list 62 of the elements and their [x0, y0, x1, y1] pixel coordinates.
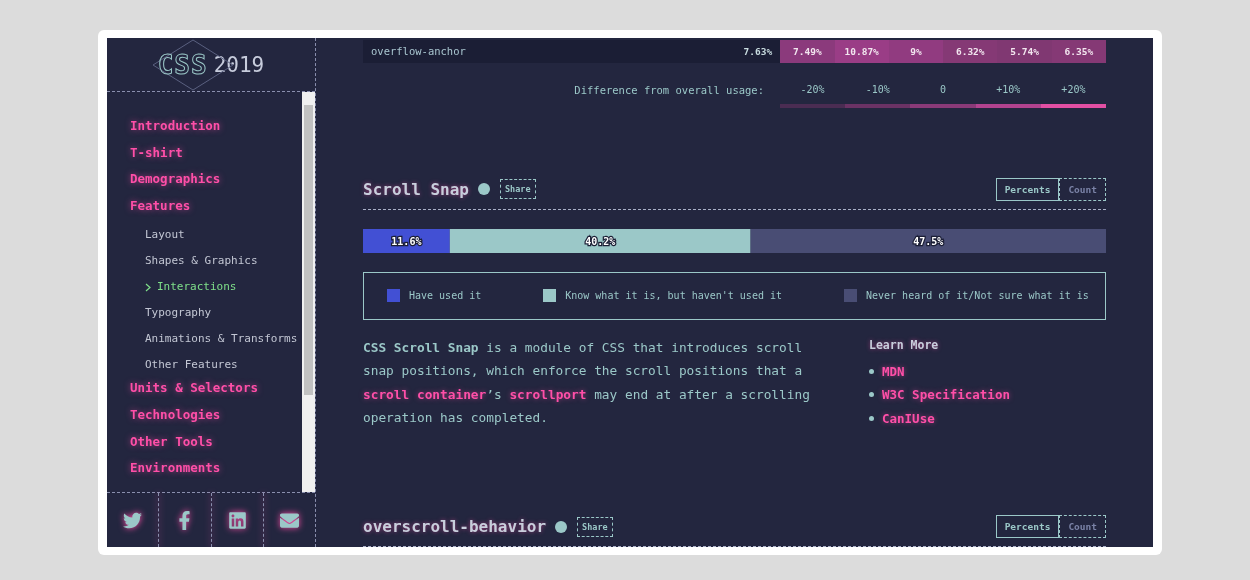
feature-name: overflow-anchor: [371, 45, 466, 58]
nav-item[interactable]: Features: [130, 197, 191, 225]
usage-cell: 5.74%: [997, 40, 1052, 63]
difference-step-label: +10%: [996, 82, 1021, 97]
difference-label: Difference from overall usage:: [573, 82, 765, 97]
nav-subitem[interactable]: Animations & Transforms: [145, 326, 298, 353]
inline-link[interactable]: scrollport: [509, 386, 587, 402]
nav-item[interactable]: Demographics: [130, 171, 221, 198]
dot-icon: [555, 520, 568, 533]
nav-item[interactable]: Units & Selectors: [130, 380, 258, 407]
nav-subitem[interactable]: Shapes & Graphics: [145, 248, 258, 275]
toggle-button[interactable]: Percents: [995, 177, 1060, 201]
usage-cell: 10.87%: [834, 40, 889, 63]
toggle-button[interactable]: Count: [1059, 515, 1106, 538]
usage-cell: 6.35%: [1051, 40, 1106, 63]
resource-link[interactable]: MDN: [882, 363, 905, 379]
bar-value-label: 11.6%: [391, 235, 422, 247]
toggle-button[interactable]: Percents: [995, 515, 1060, 538]
nav-subitem[interactable]: Interactions: [145, 274, 237, 301]
nav-item[interactable]: Introduction: [130, 118, 221, 145]
bullet-icon: [869, 415, 874, 421]
usage-cell: 6.32%: [943, 40, 998, 63]
overall-usage: 7.63%: [743, 45, 773, 57]
section-title: overscroll-behavior: [363, 517, 547, 536]
bullet-icon: [869, 392, 874, 398]
nav-subitem[interactable]: Layout: [145, 222, 185, 249]
inline-link[interactable]: scroll container: [363, 386, 487, 402]
resource-link[interactable]: W3C Specification: [882, 387, 1010, 403]
difference-step-label: +20%: [1061, 82, 1086, 97]
bar-value-label: 47.5%: [913, 235, 944, 247]
bar-value-label: 40.2%: [585, 235, 616, 247]
section-title: Scroll Snap: [363, 179, 469, 199]
learn-more-heading: Learn More: [869, 337, 940, 352]
legend-label: Have used it: [409, 290, 482, 301]
difference-step-label: -20%: [800, 82, 825, 97]
difference-step-label: -10%: [865, 82, 890, 97]
description-paragraph: CSS Scroll Snap is a module of CSS that introduces scroll snap positions, which enforce the scroll positions that a scroll container’s scrollport may end at after a scrolling operation has completed.: [363, 338, 811, 427]
nav-item[interactable]: T-shirt: [130, 144, 183, 172]
dot-icon: [477, 183, 490, 195]
usage-cell: 9%: [888, 40, 944, 63]
nav-item[interactable]: Technologies: [130, 406, 221, 434]
linkedin-icon: [227, 510, 247, 530]
nav-subitem[interactable]: Other Features: [145, 352, 238, 379]
chevron-icon: [145, 282, 151, 292]
bullet-icon: [869, 368, 874, 374]
mail-icon: [279, 510, 299, 530]
toggle-button[interactable]: Count: [1059, 177, 1106, 201]
nav-subitem[interactable]: Typography: [145, 300, 212, 327]
usage-cell: 7.49%: [780, 40, 835, 63]
scrollbar-thumb[interactable]: [304, 105, 313, 395]
legend-label: Never heard of it/Not sure what it is: [866, 290, 1089, 301]
scrollbar[interactable]: [302, 92, 315, 492]
legend-label: Know what it is, but haven't used it: [565, 290, 782, 301]
logo-year: 2019: [213, 52, 265, 77]
share-button[interactable]: Share: [577, 516, 613, 537]
twitter-icon: [123, 510, 143, 530]
difference-step-label: 0: [940, 82, 946, 97]
share-button[interactable]: Share: [499, 179, 536, 199]
nav-item[interactable]: Environments: [130, 460, 221, 487]
resource-link[interactable]: CanIUse: [882, 410, 935, 426]
nav-item[interactable]: Other Tools: [130, 433, 213, 461]
logo-letters: CSS: [157, 49, 208, 80]
